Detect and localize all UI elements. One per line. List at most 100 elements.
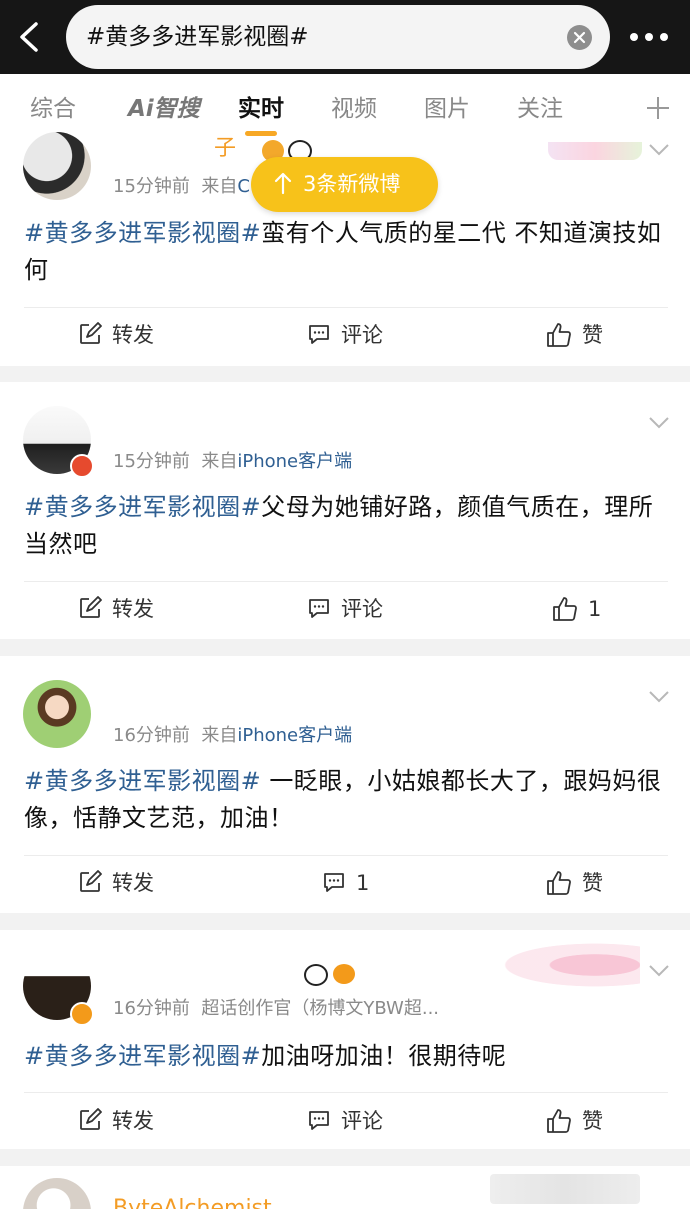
post-time: 15分钟前 bbox=[113, 451, 190, 472]
post-source[interactable]: iPhone客户端 bbox=[237, 451, 352, 472]
repost-label: 转发 bbox=[112, 871, 154, 895]
more-options-icon[interactable] bbox=[630, 33, 670, 43]
username[interactable]: ByteAlchemist bbox=[113, 1196, 272, 1209]
comment-icon bbox=[309, 1111, 329, 1130]
decoration-sticker bbox=[490, 1174, 640, 1204]
comment-icon bbox=[309, 325, 329, 344]
repost-label: 转发 bbox=[112, 323, 154, 347]
comment-label: 评论 bbox=[341, 597, 383, 621]
post-text: #黄多多进军影视圈# 一眨眼，小姑娘都长大了，跟妈妈很像，恬静文艺范，加油！ bbox=[24, 763, 670, 837]
decoration-sticker bbox=[548, 142, 642, 160]
add-tab-icon[interactable] bbox=[644, 94, 672, 122]
panda-emoji-icon bbox=[304, 964, 328, 986]
post-card: 16分钟前 来自iPhone客户端 #黄多多进军影视圈# 一眨眼，小姑娘都长大了… bbox=[0, 656, 690, 913]
topic-link[interactable]: #黄多多进军影视圈# bbox=[24, 767, 261, 795]
repost-button[interactable]: 转发 bbox=[78, 594, 168, 624]
top-bar: #黄多多进军影视圈# bbox=[0, 0, 690, 74]
post-time: 16分钟前 bbox=[113, 725, 190, 746]
divider bbox=[24, 307, 668, 308]
clear-search-icon[interactable] bbox=[567, 25, 592, 50]
post-source[interactable]: 超话创作官（杨博文YBW超... bbox=[201, 998, 439, 1019]
arrow-up-icon bbox=[274, 172, 292, 195]
post-meta: 15分钟前 来自iPhone客户端 bbox=[113, 450, 352, 474]
verified-badge-icon bbox=[70, 454, 94, 478]
tab-bar: 综合 Ai智搜 实时 视频 图片 关注 bbox=[0, 74, 690, 142]
comment-icon bbox=[324, 873, 344, 892]
repost-icon bbox=[80, 1108, 102, 1130]
new-posts-pill[interactable]: 3条新微博 bbox=[251, 157, 438, 212]
repost-icon bbox=[80, 870, 102, 892]
new-posts-label: 3条新微博 bbox=[303, 172, 401, 196]
post-card: 16分钟前 超话创作官（杨博文YBW超... #黄多多进军影视圈#加油呀加油！很… bbox=[0, 930, 690, 1149]
like-icon bbox=[553, 597, 577, 621]
avatar[interactable] bbox=[23, 132, 91, 200]
repost-button[interactable]: 转发 bbox=[78, 320, 168, 350]
like-button[interactable]: 1 bbox=[552, 594, 612, 624]
post-card: ByteAlchemist bbox=[0, 1166, 690, 1209]
tab-video[interactable]: 视频 bbox=[331, 94, 377, 124]
post-text: #黄多多进军影视圈#父母为她铺好路，颜值气质在，理所当然吧 bbox=[24, 489, 670, 563]
comment-label: 评论 bbox=[341, 323, 383, 347]
comment-label: 评论 bbox=[341, 1109, 383, 1133]
chevron-down-icon[interactable] bbox=[648, 689, 670, 703]
verified-badge-icon bbox=[70, 1002, 94, 1026]
avatar[interactable] bbox=[23, 680, 91, 748]
comment-button[interactable]: 评论 bbox=[307, 320, 397, 350]
post-meta: 15分钟前 来自C bbox=[113, 175, 250, 199]
tab-following[interactable]: 关注 bbox=[517, 94, 563, 124]
comment-count: 1 bbox=[356, 871, 370, 895]
search-query: #黄多多进军影视圈# bbox=[86, 24, 309, 50]
post-source[interactable]: C bbox=[237, 176, 250, 197]
like-count: 1 bbox=[588, 597, 602, 621]
search-input[interactable]: #黄多多进军影视圈# bbox=[66, 5, 610, 69]
decoration-sticker bbox=[490, 940, 640, 990]
post-card: 15分钟前 来自iPhone客户端 #黄多多进军影视圈#父母为她铺好路，颜值气质… bbox=[0, 382, 690, 639]
source-prefix: 来自 bbox=[201, 176, 238, 197]
post-text: #黄多多进军影视圈#加油呀加油！很期待呢 bbox=[24, 1038, 670, 1075]
topic-link[interactable]: #黄多多进军影视圈# bbox=[24, 1042, 261, 1070]
comment-button[interactable]: 评论 bbox=[307, 1106, 397, 1136]
post-time: 15分钟前 bbox=[113, 176, 190, 197]
chevron-down-icon[interactable] bbox=[648, 963, 670, 977]
comment-icon bbox=[309, 599, 329, 618]
repost-label: 转发 bbox=[112, 597, 154, 621]
source-prefix: 来自 bbox=[201, 451, 238, 472]
repost-icon bbox=[80, 596, 102, 618]
repost-label: 转发 bbox=[112, 1109, 154, 1133]
topic-link[interactable]: #黄多多进军影视圈# bbox=[24, 493, 261, 521]
like-label: 赞 bbox=[582, 1109, 603, 1133]
tab-realtime[interactable]: 实时 bbox=[238, 94, 284, 124]
tab-comprehensive[interactable]: 综合 bbox=[30, 94, 76, 124]
active-tab-indicator bbox=[245, 131, 277, 136]
tab-ai-search[interactable]: Ai智搜 bbox=[128, 94, 200, 124]
post-time: 16分钟前 bbox=[113, 998, 190, 1019]
like-label: 赞 bbox=[582, 871, 603, 895]
post-meta: 16分钟前 来自iPhone客户端 bbox=[113, 724, 352, 748]
chevron-down-icon[interactable] bbox=[648, 415, 670, 429]
post-source[interactable]: iPhone客户端 bbox=[237, 725, 352, 746]
like-button[interactable]: 赞 bbox=[546, 1106, 616, 1136]
back-arrow-icon[interactable] bbox=[14, 20, 46, 54]
username-fragment[interactable]: 子 bbox=[214, 136, 236, 162]
topic-link[interactable]: #黄多多进军影视圈# bbox=[24, 219, 261, 247]
like-label: 赞 bbox=[582, 323, 603, 347]
like-icon bbox=[547, 323, 571, 347]
comment-button[interactable]: 1 bbox=[322, 868, 382, 898]
chevron-down-icon[interactable] bbox=[648, 142, 670, 156]
post-meta: 16分钟前 超话创作官（杨博文YBW超... bbox=[113, 997, 439, 1021]
divider bbox=[24, 1092, 668, 1093]
divider bbox=[24, 581, 668, 582]
tab-fade bbox=[600, 74, 630, 142]
repost-icon bbox=[80, 322, 102, 344]
like-button[interactable]: 赞 bbox=[546, 320, 616, 350]
like-button[interactable]: 赞 bbox=[546, 868, 616, 898]
comment-button[interactable]: 评论 bbox=[307, 594, 397, 624]
repost-button[interactable]: 转发 bbox=[78, 1106, 168, 1136]
repost-button[interactable]: 转发 bbox=[78, 868, 168, 898]
fish-emoji-icon bbox=[333, 964, 355, 984]
avatar[interactable] bbox=[23, 1178, 91, 1209]
like-icon bbox=[547, 1109, 571, 1133]
tab-images[interactable]: 图片 bbox=[424, 94, 470, 124]
source-prefix: 来自 bbox=[201, 725, 238, 746]
post-content: 加油呀加油！很期待呢 bbox=[261, 1042, 507, 1070]
